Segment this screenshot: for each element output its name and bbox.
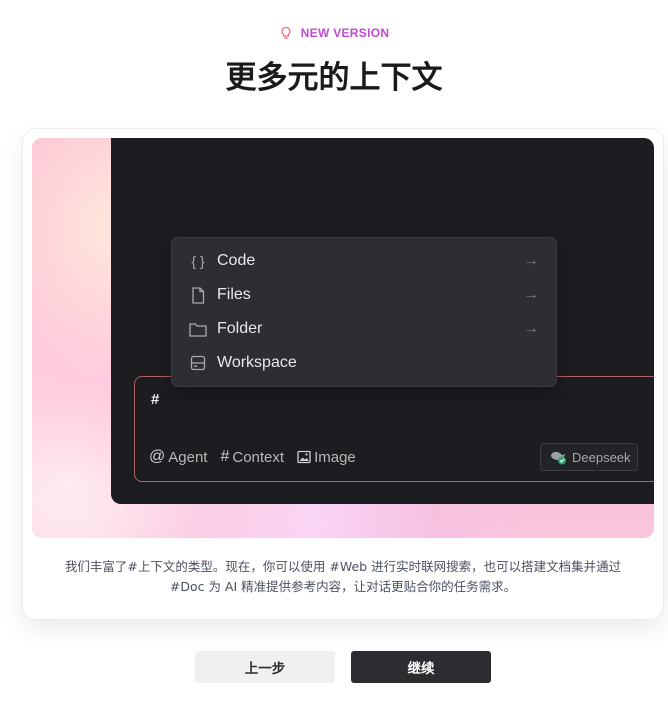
menu-item-label: Workspace — [217, 354, 297, 371]
menu-item-label: Files — [217, 286, 251, 303]
context-label: Context — [232, 448, 285, 466]
chat-tools: @ Agent # Context Image — [149, 448, 356, 466]
feature-preview-image: # @ Agent # Context Image Deepseek {} C… — [32, 138, 654, 538]
context-button[interactable]: # Context — [220, 448, 284, 466]
feature-card: # @ Agent # Context Image Deepseek {} C… — [22, 128, 664, 620]
description-line-1: 我们丰富了#上下文的类型。现在，你可以使用 #Web 进行实时联网搜索，也可以搭… — [64, 559, 622, 574]
menu-item-folder[interactable]: Folder → — [172, 312, 556, 346]
menu-item-label: Folder — [217, 320, 263, 337]
server-icon — [188, 353, 208, 373]
deepseek-icon — [551, 451, 566, 465]
chat-input-box[interactable]: # @ Agent # Context Image Deepseek — [134, 376, 654, 482]
agent-button[interactable]: @ Agent — [149, 448, 207, 466]
onboarding-dialog: NEW VERSION 更多元的上下文 # @ Agent # Context — [0, 0, 668, 702]
file-icon — [188, 285, 208, 305]
context-menu: { } Code → Files → Folder → Workspace — [171, 237, 557, 387]
page-title: 更多元的上下文 — [225, 60, 443, 96]
chat-input-value[interactable]: # — [151, 391, 159, 408]
arrow-right-icon: → — [523, 286, 539, 303]
description-line-2: #Doc 为 AI 精准提供参考内容，让对话更贴合你的任务需求。 — [169, 579, 517, 594]
continue-button[interactable]: 继续 — [351, 651, 491, 683]
menu-item-workspace[interactable]: Workspace — [172, 346, 556, 380]
new-version-badge: NEW VERSION — [0, 26, 668, 40]
hash-icon: # — [220, 448, 230, 465]
previous-button[interactable]: 上一步 — [195, 651, 335, 683]
arrow-right-icon: → — [523, 252, 539, 269]
menu-item-code[interactable]: { } Code → — [172, 244, 556, 278]
agent-label: Agent — [168, 448, 208, 466]
model-selector[interactable]: Deepseek — [540, 443, 638, 471]
feature-description: 我们丰富了#上下文的类型。现在，你可以使用 #Web 进行实时联网搜索，也可以搭… — [39, 557, 647, 597]
at-icon: @ — [149, 448, 166, 465]
image-icon — [297, 450, 311, 464]
braces-icon: { } — [191, 253, 205, 269]
image-button[interactable]: Image — [297, 449, 356, 466]
menu-item-files[interactable]: Files → — [172, 278, 556, 312]
model-label: Deepseek — [572, 449, 631, 465]
arrow-right-icon: → — [523, 320, 539, 337]
lightbulb-icon — [281, 26, 291, 39]
folder-icon — [188, 319, 208, 339]
menu-item-label: Code — [217, 252, 256, 269]
badge-label: NEW VERSION — [300, 26, 390, 40]
image-label: Image — [314, 448, 356, 466]
